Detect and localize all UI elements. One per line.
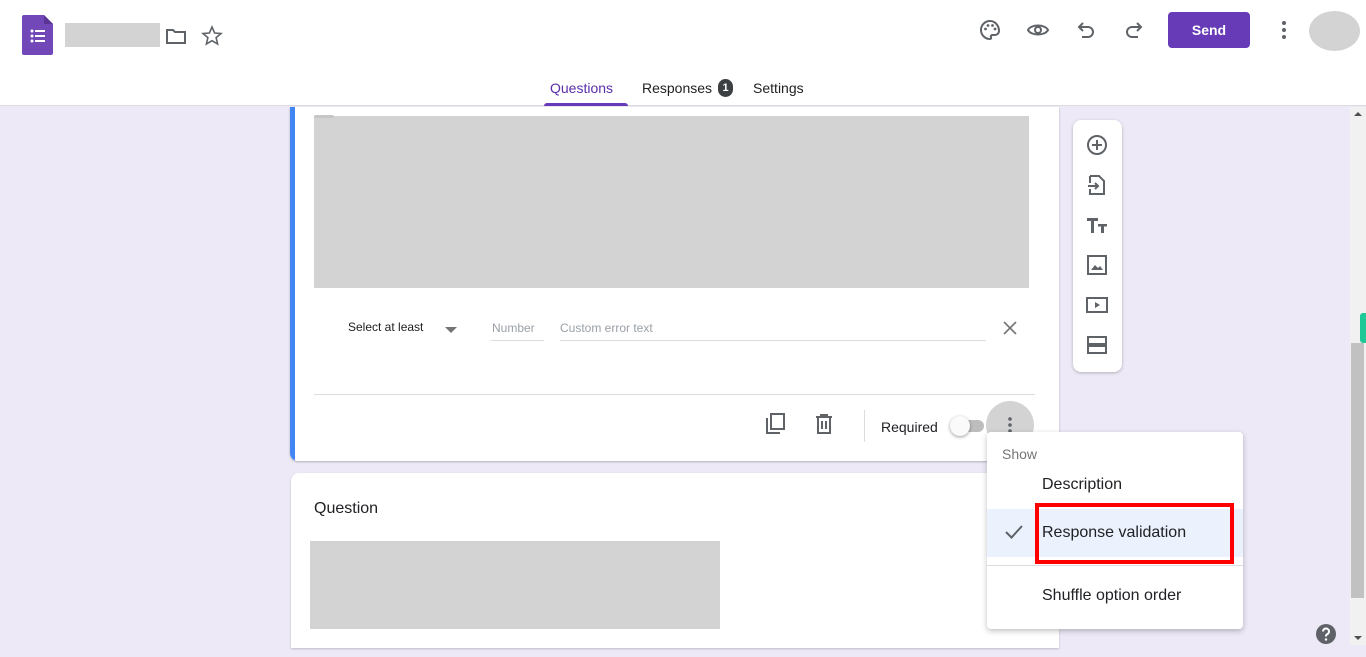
add-video-icon[interactable] [1085,293,1109,317]
toggle-thumb [950,416,970,436]
import-questions-icon[interactable] [1085,173,1109,197]
tab-responses-label: Responses [642,80,713,96]
validation-number-input[interactable] [491,315,544,341]
scroll-up-arrow-icon[interactable] [1354,112,1362,116]
document-title[interactable] [65,23,160,47]
menu-header: Show [1002,446,1038,462]
required-label: Required [881,419,938,435]
page-scrollbar[interactable] [1350,107,1366,645]
card-footer-divider [314,394,1035,395]
form-tabs: Questions Responses 1 Settings [540,70,814,106]
scroll-down-arrow-icon[interactable] [1354,636,1362,640]
more-vert-icon[interactable] [1272,18,1296,42]
active-card-accent [290,107,295,461]
menu-item-label: Response validation [1042,524,1187,541]
tab-responses[interactable]: Responses 1 [628,70,743,106]
tab-questions-label: Questions [550,80,614,96]
undo-icon[interactable] [1074,18,1098,42]
menu-item-label: Shuffle option order [1042,587,1182,604]
close-icon[interactable] [1003,321,1017,335]
add-question-icon[interactable] [1085,133,1109,157]
question-content-placeholder [314,115,1029,288]
star-icon[interactable] [200,24,224,48]
menu-divider [987,565,1243,566]
question-title: Question [314,500,379,517]
menu-item-label: Description [1042,476,1123,493]
menu-item-description[interactable]: Description [987,461,1243,509]
question-card[interactable]: Question [291,473,1059,648]
account-avatar[interactable] [1309,11,1360,51]
delete-icon[interactable] [812,412,836,436]
more-options-menu: Show Description Response validation Shu… [987,432,1243,629]
add-section-icon[interactable] [1085,333,1109,357]
scrollbar-thumb[interactable] [1351,343,1364,598]
palette-icon[interactable] [978,18,1002,42]
footer-separator [864,410,865,442]
folder-icon[interactable] [164,24,188,48]
tab-questions[interactable]: Questions [540,70,628,106]
menu-item-response-validation[interactable]: Response validation [987,509,1243,557]
menu-item-shuffle-option-order[interactable]: Shuffle option order [987,572,1243,620]
check-icon [1005,525,1023,539]
send-button[interactable]: Send [1168,12,1250,48]
tab-settings[interactable]: Settings [743,70,814,106]
eye-icon[interactable] [1026,18,1050,42]
google-forms-icon[interactable] [22,15,53,55]
redo-icon[interactable] [1122,18,1146,42]
validation-type-select[interactable]: Select at least [348,320,423,334]
responses-count-badge: 1 [718,79,734,97]
duplicate-icon[interactable] [763,412,787,436]
response-validation-row: Select at least [348,315,1028,345]
add-title-icon[interactable] [1085,213,1109,237]
tab-settings-label: Settings [753,80,804,96]
active-question-card[interactable]: Select at least Required [290,107,1059,461]
app-header: Send Questions Responses 1 Settings [0,0,1366,106]
floating-toolbar [1073,120,1122,372]
custom-error-text-input[interactable] [560,315,986,341]
question-content-placeholder [310,541,720,629]
scroll-position-marker [1360,313,1366,343]
required-toggle[interactable] [950,416,986,436]
dropdown-arrow-icon[interactable] [445,327,457,333]
add-image-icon[interactable] [1085,253,1109,277]
help-icon[interactable] [1315,623,1337,645]
